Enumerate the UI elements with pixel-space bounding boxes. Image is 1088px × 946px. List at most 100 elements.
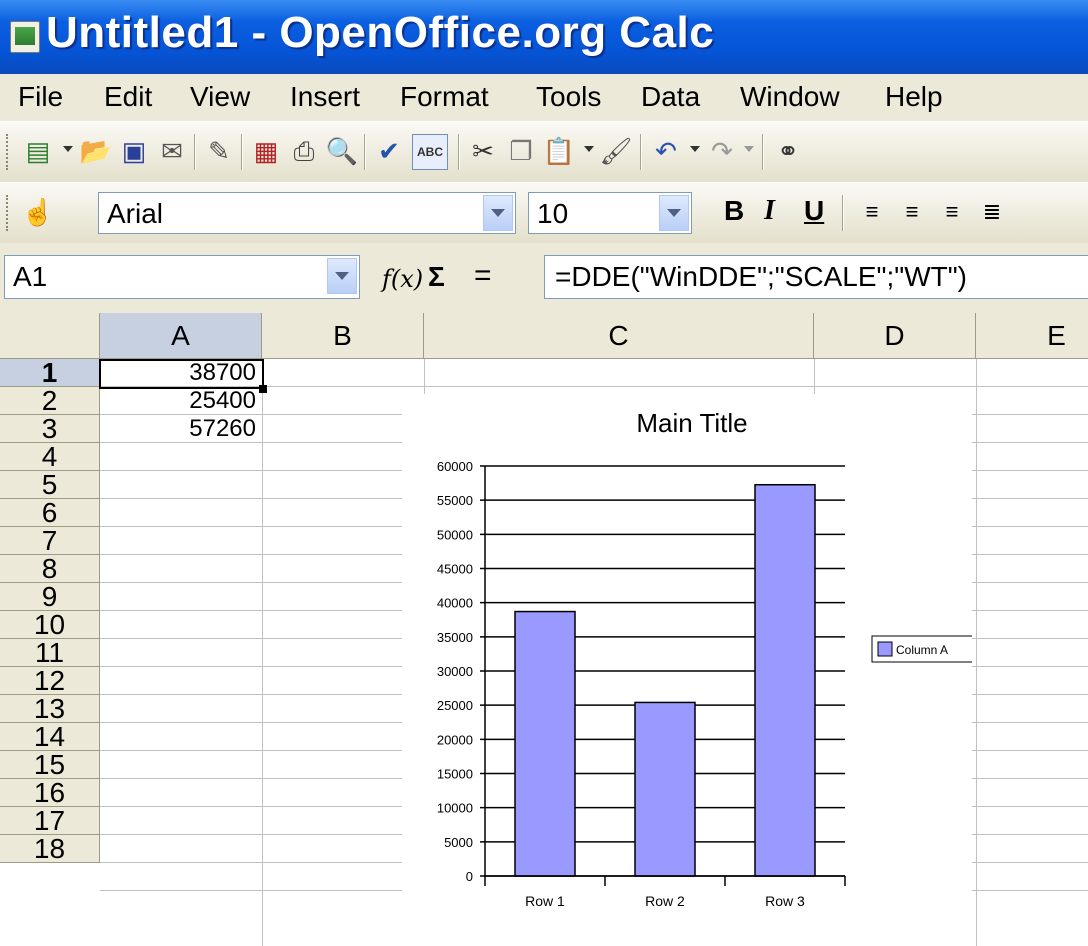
page-preview-icon[interactable]: 🔍 — [326, 135, 358, 167]
name-box-dropdown-icon[interactable] — [327, 258, 357, 294]
x-tick-label: Row 3 — [765, 893, 805, 909]
paste-icon[interactable]: 📋 — [543, 135, 575, 167]
row-header-1[interactable]: 1 — [0, 359, 100, 387]
menu-format[interactable]: Format — [400, 81, 489, 113]
row-header-7[interactable]: 7 — [0, 527, 100, 555]
export-pdf-icon[interactable]: ▦ — [250, 135, 282, 167]
separator — [762, 134, 764, 170]
title-bar[interactable]: Untitled1 - OpenOffice.org Calc — [0, 0, 1088, 74]
new-dropdown-icon[interactable] — [63, 146, 73, 152]
copy-icon[interactable]: ❐ — [505, 135, 537, 167]
menu-help[interactable]: Help — [885, 81, 943, 113]
row-header-4[interactable]: 4 — [0, 443, 100, 471]
new-icon[interactable]: ▤ — [22, 135, 54, 167]
column-header-a[interactable]: A — [100, 313, 262, 359]
active-cell-cursor — [99, 359, 264, 389]
align-right-icon[interactable]: ≡ — [936, 196, 968, 228]
x-tick-label: Row 1 — [525, 893, 565, 909]
save-icon[interactable]: ▣ — [118, 135, 150, 167]
toolbar-grip[interactable] — [6, 134, 12, 170]
y-tick-label: 55000 — [437, 493, 473, 508]
font-name-value: Arial — [107, 198, 164, 229]
undo-dropdown-icon[interactable] — [690, 146, 700, 152]
separator — [194, 134, 196, 170]
cut-icon[interactable]: ✂ — [467, 135, 499, 167]
sum-icon[interactable]: Σ — [428, 261, 445, 293]
edit-file-icon[interactable]: ✎ — [203, 135, 235, 167]
font-name-dropdown-icon[interactable] — [483, 195, 513, 231]
formula-input[interactable]: =DDE("WinDDE";"SCALE";"WT") — [544, 255, 1088, 299]
y-tick-label: 35000 — [437, 630, 473, 645]
column-header-d[interactable]: D — [814, 313, 976, 359]
function-icon[interactable]: = — [474, 259, 492, 293]
row-header-11[interactable]: 11 — [0, 639, 100, 667]
name-box-value: A1 — [13, 261, 48, 292]
menu-edit[interactable]: Edit — [104, 81, 152, 113]
row-header-5[interactable]: 5 — [0, 471, 100, 499]
align-center-icon[interactable]: ≡ — [896, 196, 928, 228]
row-header-14[interactable]: 14 — [0, 723, 100, 751]
undo-icon[interactable]: ↶ — [650, 135, 682, 167]
bold-button[interactable]: B — [724, 195, 744, 227]
chart[interactable]: Main Title 0 5000 10000 15000 20000 25000 30000… — [402, 394, 977, 946]
grid-line — [976, 359, 977, 946]
row-header-2[interactable]: 2 — [0, 387, 100, 415]
column-header-b[interactable]: B — [262, 313, 424, 359]
email-icon[interactable]: ✉ — [156, 135, 188, 167]
toolbar-grip[interactable] — [6, 195, 12, 231]
column-header-c[interactable]: C — [424, 313, 814, 359]
row-header-12[interactable]: 12 — [0, 667, 100, 695]
autospellcheck-icon[interactable]: ABC — [412, 134, 448, 170]
row-header-16[interactable]: 16 — [0, 779, 100, 807]
fill-handle[interactable] — [259, 385, 267, 393]
function-wizard-icon[interactable]: f(x) — [382, 265, 423, 293]
row-header-8[interactable]: 8 — [0, 555, 100, 583]
separator — [241, 134, 243, 170]
row-header-18[interactable]: 18 — [0, 835, 100, 863]
cell-a2[interactable]: 25400 — [100, 387, 260, 415]
clone-formatting-icon[interactable]: 🖌 — [600, 135, 633, 167]
y-tick-label: 30000 — [437, 664, 473, 679]
font-size-dropdown-icon[interactable] — [659, 195, 689, 231]
menu-view[interactable]: View — [190, 81, 250, 113]
menu-tools[interactable]: Tools — [536, 81, 601, 113]
separator — [458, 134, 460, 170]
menu-bar: File Edit View Insert Format Tools Data … — [0, 74, 1088, 120]
separator — [364, 134, 366, 170]
hyperlink-icon[interactable]: ⚭ — [772, 135, 804, 167]
select-all-corner[interactable] — [0, 313, 100, 359]
row-header-10[interactable]: 10 — [0, 611, 100, 639]
bar — [514, 610, 576, 877]
paste-dropdown-icon[interactable] — [584, 146, 594, 152]
redo-dropdown-icon[interactable] — [744, 146, 754, 152]
spellcheck-icon[interactable]: ✔ — [373, 135, 405, 167]
font-name-combo[interactable]: Arial — [98, 192, 516, 234]
italic-button[interactable]: I — [764, 195, 775, 227]
spreadsheet-grid[interactable]: A B C D E 1 2 3 4 5 6 7 8 9 10 11 12 13 … — [0, 313, 1088, 946]
row-header-17[interactable]: 17 — [0, 807, 100, 835]
column-header-e[interactable]: E — [976, 313, 1088, 359]
name-box[interactable]: A1 — [4, 255, 360, 299]
separator — [842, 195, 844, 231]
menu-data[interactable]: Data — [641, 81, 700, 113]
print-icon[interactable]: ⎙ — [288, 135, 320, 167]
open-icon[interactable]: 📂 — [80, 135, 112, 167]
redo-icon[interactable]: ↷ — [706, 135, 738, 167]
justify-icon[interactable]: ≣ — [976, 196, 1008, 228]
menu-window[interactable]: Window — [740, 81, 840, 113]
menu-file[interactable]: File — [18, 81, 63, 113]
bar-chart-svg: Main Title 0 5000 10000 15000 20000 25000 30000… — [437, 408, 977, 909]
row-header-15[interactable]: 15 — [0, 751, 100, 779]
row-header-3[interactable]: 3 — [0, 415, 100, 443]
font-size-combo[interactable]: 10 — [528, 192, 692, 234]
y-tick-label: 0 — [466, 869, 473, 884]
row-header-13[interactable]: 13 — [0, 695, 100, 723]
y-tick-label: 10000 — [437, 801, 473, 816]
row-header-9[interactable]: 9 — [0, 583, 100, 611]
cell-a3[interactable]: 57260 — [100, 415, 260, 443]
underline-button[interactable]: U — [804, 195, 824, 227]
align-left-icon[interactable]: ≡ — [856, 196, 888, 228]
menu-insert[interactable]: Insert — [290, 81, 360, 113]
row-header-6[interactable]: 6 — [0, 499, 100, 527]
styles-formatting-icon[interactable]: ☝ — [22, 196, 54, 228]
